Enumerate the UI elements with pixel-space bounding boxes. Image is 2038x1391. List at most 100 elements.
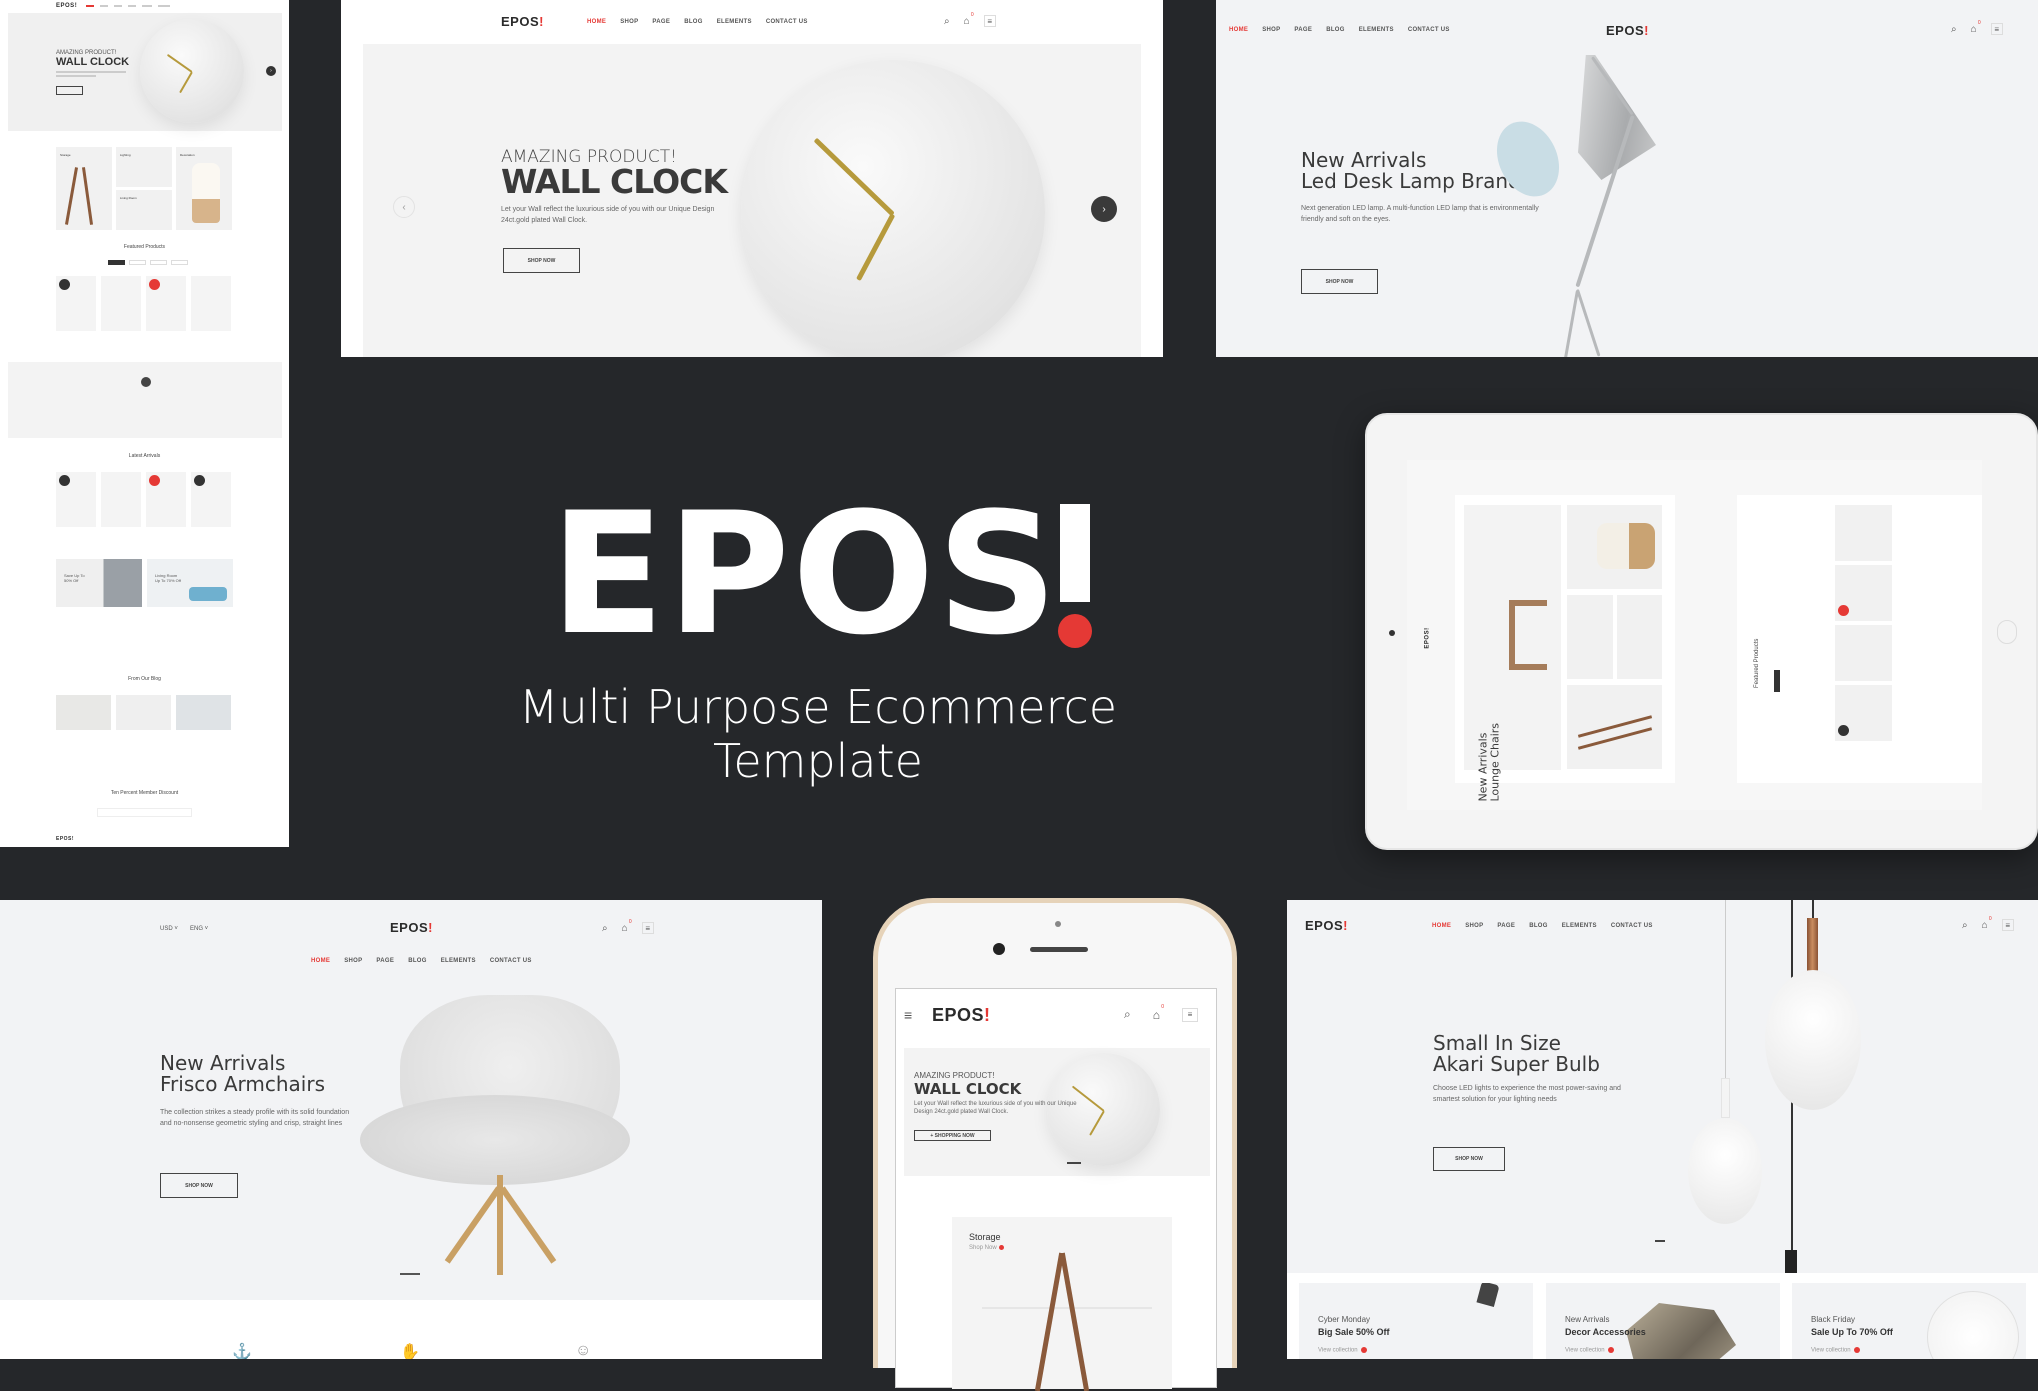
- slider-dots[interactable]: [1655, 1240, 1665, 1242]
- nav-page[interactable]: PAGE: [652, 19, 670, 25]
- nav-home[interactable]: HOME: [1432, 923, 1451, 929]
- nav-blog[interactable]: BLOG: [408, 958, 427, 964]
- product-card[interactable]: [146, 472, 186, 527]
- category-tile-storage[interactable]: Storage: [56, 147, 112, 230]
- currency-select[interactable]: USD ˅: [160, 926, 178, 932]
- product-card[interactable]: [101, 472, 141, 527]
- shop-now-button[interactable]: SHOP NOW: [503, 248, 580, 273]
- shop-now-button[interactable]: SHOP NOW: [1301, 269, 1378, 294]
- hero-subtitle: Multi Purpose Ecommerce Template: [518, 680, 1118, 788]
- nav-elements[interactable]: ELEMENTS: [441, 958, 476, 964]
- nav-contact[interactable]: CONTACT US: [766, 19, 808, 25]
- header-logo: EPOS!: [1305, 918, 1348, 933]
- clock-image: [741, 60, 1045, 357]
- cart-icon[interactable]: ⌂ 0: [1971, 20, 1981, 35]
- nav-elements[interactable]: ELEMENTS: [1359, 27, 1394, 33]
- blog-card[interactable]: [176, 695, 231, 730]
- menu-icon[interactable]: ≡: [641, 922, 654, 934]
- cart-icon[interactable]: ⌂ 0: [622, 919, 632, 934]
- category-title: Storage: [969, 1232, 1001, 1242]
- nav-page[interactable]: PAGE: [376, 958, 394, 964]
- promo-card-decor[interactable]: New Arrivals Decor Accessories View coll…: [1546, 1283, 1780, 1359]
- category-tile-lighting[interactable]: Lighting: [116, 147, 172, 187]
- product-card[interactable]: [191, 472, 231, 527]
- menu-icon[interactable]: ≡: [1181, 1007, 1198, 1022]
- product-card[interactable]: [1835, 505, 1892, 561]
- nav-blog[interactable]: BLOG: [684, 19, 703, 25]
- product-card[interactable]: [56, 276, 96, 331]
- slider-dots[interactable]: [400, 1273, 420, 1275]
- nav-blog[interactable]: BLOG: [1326, 27, 1345, 33]
- preview-next-button[interactable]: ›: [266, 66, 276, 76]
- nav-page[interactable]: PAGE: [1294, 27, 1312, 33]
- nav-contact[interactable]: CONTACT US: [1408, 27, 1450, 33]
- epos-hero-title: EPOS: [550, 490, 1094, 658]
- shop-now-button[interactable]: SHOP NOW: [1433, 1147, 1505, 1171]
- menu-icon[interactable]: ≡: [2001, 919, 2014, 931]
- category-tile-living-room[interactable]: Living Room: [116, 190, 172, 230]
- product-card[interactable]: [101, 276, 141, 331]
- nav-shop[interactable]: SHOP: [1262, 27, 1280, 33]
- nav-elements[interactable]: ELEMENTS: [1562, 923, 1597, 929]
- blog-card[interactable]: [56, 695, 111, 730]
- slider-next-button[interactable]: ›: [1091, 196, 1117, 222]
- product-card[interactable]: [1835, 625, 1892, 681]
- hamburger-icon[interactable]: ≡: [904, 1007, 912, 1023]
- promo-card-black-friday[interactable]: Black Friday Sale Up To 70% Off View col…: [1792, 1283, 2026, 1359]
- nav-elements[interactable]: ELEMENTS: [717, 19, 752, 25]
- newsletter-input[interactable]: [97, 808, 192, 817]
- category-card-storage[interactable]: Storage Shop Now: [952, 1217, 1172, 1391]
- banner-save[interactable]: Save Up To 50% Off: [56, 559, 142, 607]
- shop-now-button[interactable]: SHOP NOW: [160, 1173, 238, 1198]
- tablet-tile-lighting[interactable]: [1567, 595, 1613, 679]
- cart-icon[interactable]: ⌂ 0: [964, 12, 974, 27]
- nav-shop[interactable]: SHOP: [1465, 923, 1483, 929]
- tablet-home-button[interactable]: [1997, 620, 2017, 644]
- product-card[interactable]: [1835, 685, 1892, 741]
- product-card[interactable]: [191, 276, 231, 331]
- category-tile-decoration[interactable]: Decoration: [176, 147, 232, 230]
- preview-shop-button[interactable]: [56, 86, 83, 95]
- nav-contact[interactable]: CONTACT US: [1611, 923, 1653, 929]
- search-icon[interactable]: ⌕: [944, 16, 950, 27]
- nav-shop[interactable]: SHOP: [344, 958, 362, 964]
- language-select[interactable]: ENG ˅: [190, 926, 208, 932]
- nav-home[interactable]: HOME: [587, 19, 606, 25]
- search-icon[interactable]: ⌕: [602, 923, 608, 934]
- tablet-tab-active[interactable]: [1774, 670, 1780, 692]
- product-card[interactable]: [146, 276, 186, 331]
- header-logo: EPOS!: [1606, 23, 1649, 38]
- promo-card-cyber-monday[interactable]: Cyber Monday Big Sale 50% Off View colle…: [1299, 1283, 1533, 1359]
- phone-speaker: [1030, 947, 1088, 952]
- product-card[interactable]: [1835, 565, 1892, 621]
- latest-arrivals-heading: Latest Arrivals: [128, 453, 161, 459]
- tablet-tile-living-room[interactable]: [1617, 595, 1662, 679]
- header-logo: EPOS!: [501, 14, 544, 29]
- banner-living-room[interactable]: Living Room Up To 70% Off: [147, 559, 233, 607]
- nav-blog[interactable]: BLOG: [1529, 923, 1548, 929]
- cart-icon[interactable]: ⌂ 0: [1153, 1004, 1164, 1022]
- shopping-now-button[interactable]: + SHOPPING NOW: [914, 1130, 991, 1141]
- cart-icon[interactable]: ⌂ 0: [1982, 916, 1992, 931]
- nav-home[interactable]: HOME: [1229, 27, 1248, 33]
- hero-title: New Arrivals Frisco Armchairs: [160, 1051, 325, 1096]
- slider-dots[interactable]: [1067, 1162, 1081, 1164]
- nav-shop[interactable]: SHOP: [620, 19, 638, 25]
- tablet-tile-storage[interactable]: [1567, 685, 1662, 769]
- featured-tabs[interactable]: [108, 260, 188, 265]
- product-card[interactable]: [56, 472, 96, 527]
- menu-icon[interactable]: ≡: [983, 15, 996, 27]
- tablet-tile-decoration[interactable]: [1567, 505, 1662, 589]
- search-icon[interactable]: ⌕: [1962, 920, 1968, 931]
- nav-page[interactable]: PAGE: [1497, 923, 1515, 929]
- category-link[interactable]: Shop Now: [969, 1245, 1004, 1251]
- menu-icon[interactable]: ≡: [1990, 23, 2003, 35]
- search-icon[interactable]: ⌕: [1124, 1007, 1131, 1022]
- header-icons: ⌕ ⌂ 0 ≡: [944, 12, 996, 27]
- nav-home[interactable]: HOME: [311, 958, 330, 964]
- search-icon[interactable]: ⌕: [1951, 24, 1957, 35]
- nav-contact[interactable]: CONTACT US: [490, 958, 532, 964]
- slider-prev-button[interactable]: ‹: [393, 196, 415, 218]
- blog-card[interactable]: [116, 695, 171, 730]
- hero-title: New Arrivals Led Desk Lamp Brand: [1301, 148, 1521, 193]
